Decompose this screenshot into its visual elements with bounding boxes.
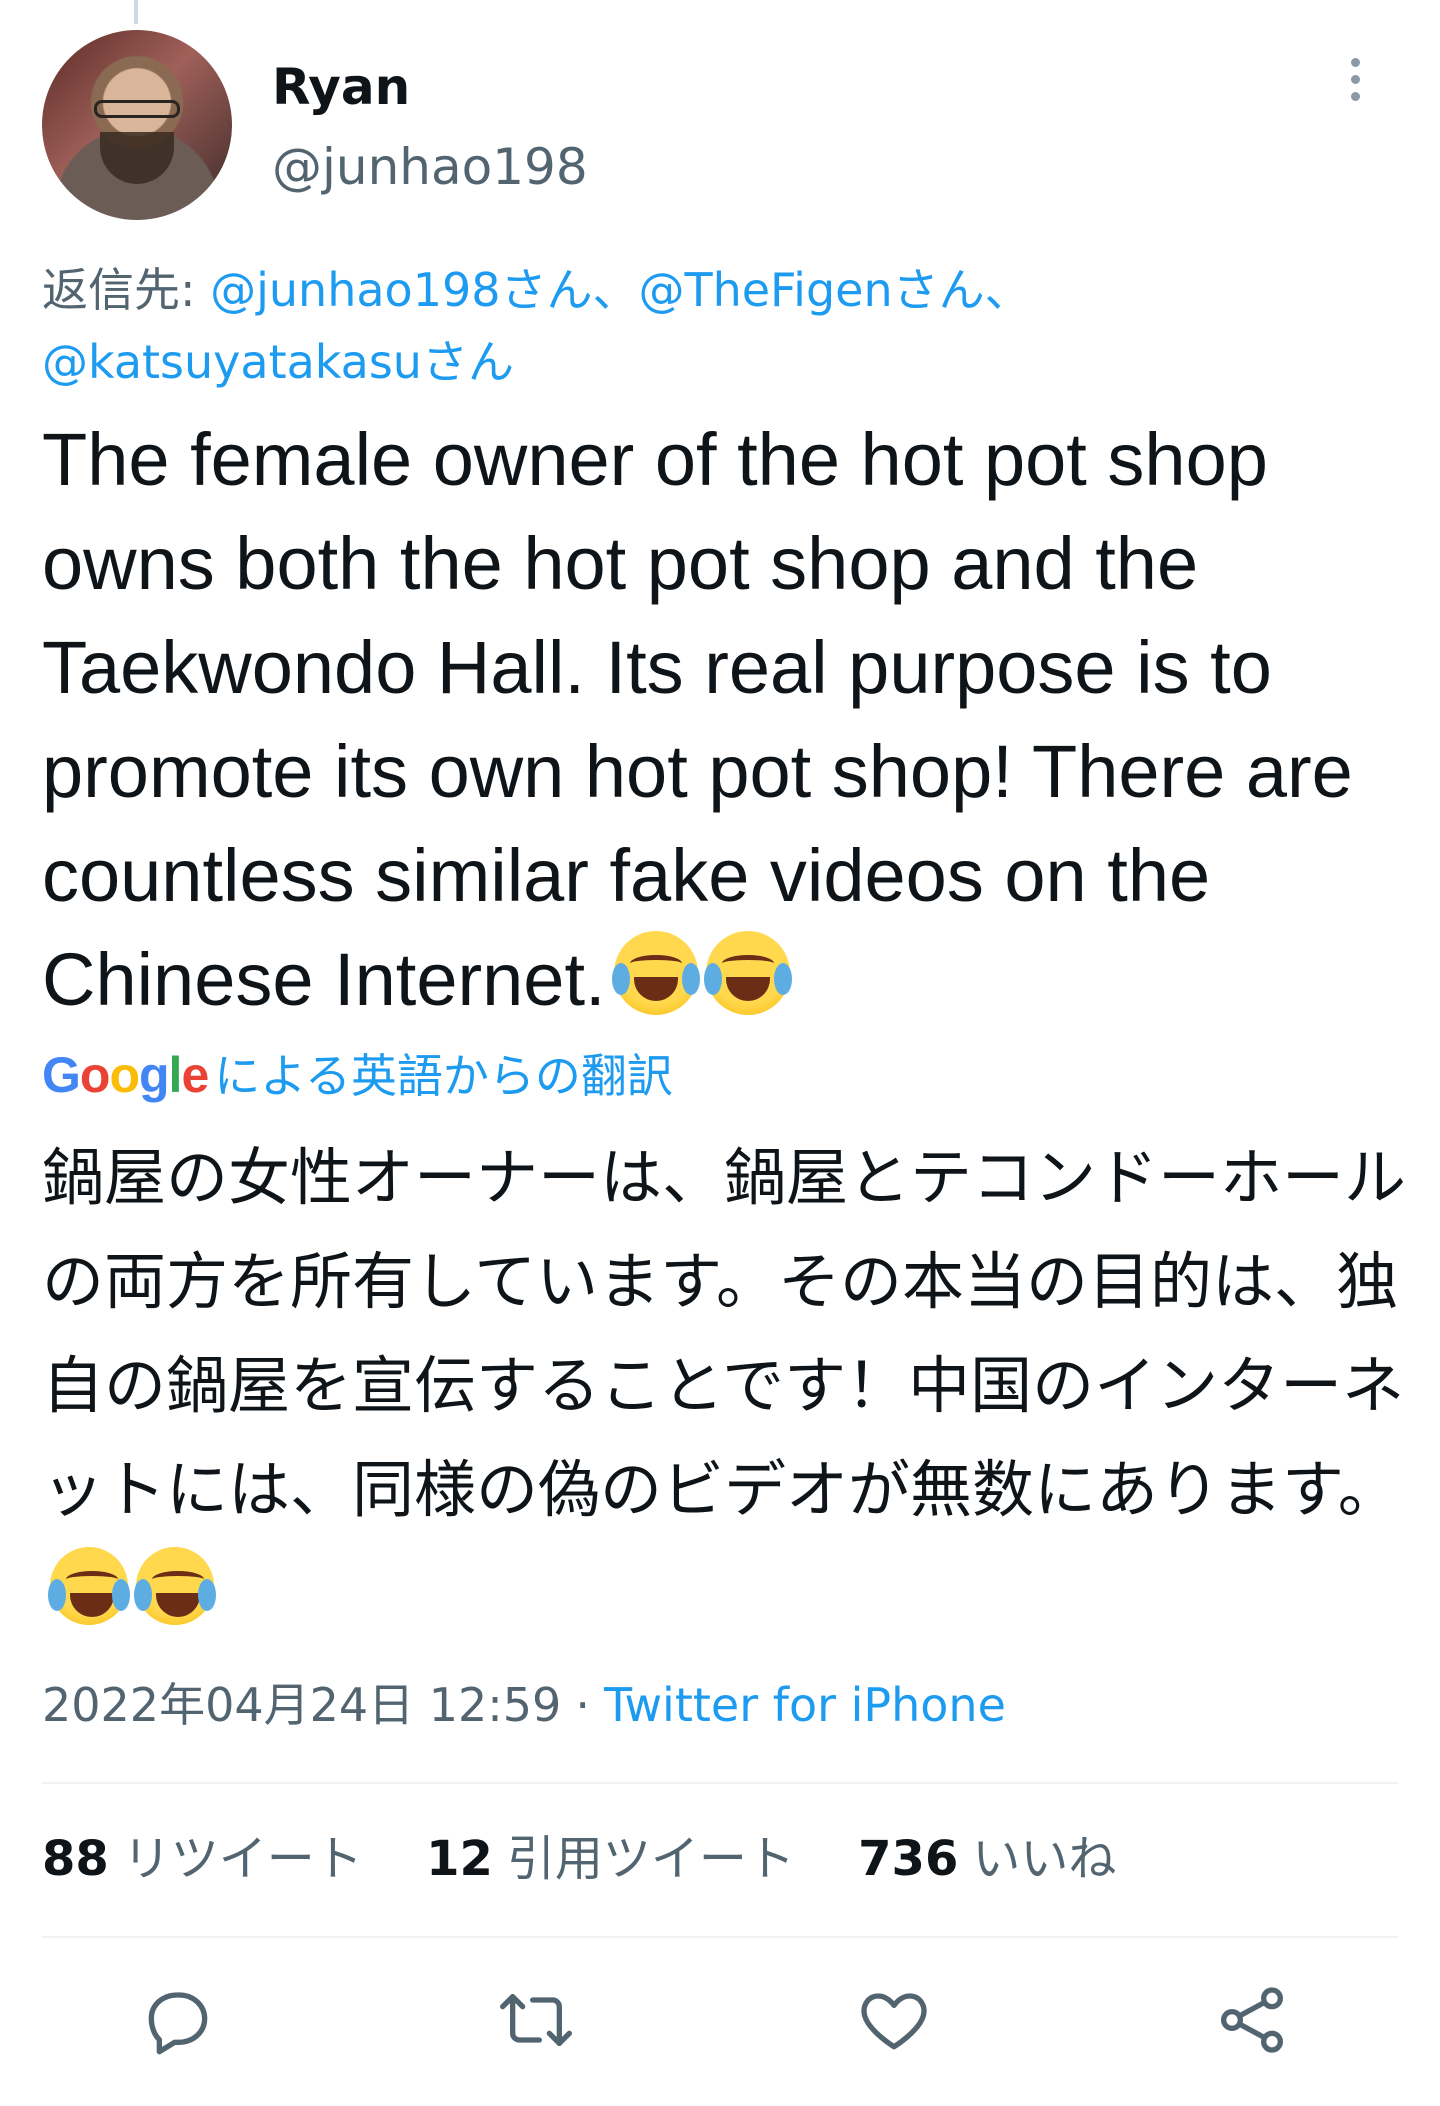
engagement-stats: 88 リツイート 12 引用ツイート 736 いいね (42, 1824, 1164, 1894)
avatar-beard (100, 132, 174, 184)
retweet-icon[interactable] (496, 1980, 576, 2060)
share-icon[interactable] (1212, 1980, 1292, 2060)
like-icon[interactable] (854, 1980, 934, 2060)
avatar[interactable] (42, 30, 232, 220)
translation-attribution[interactable]: Google による英語からの翻訳 (42, 1040, 673, 1110)
tweet-text: The female owner of the hot pot shop own… (42, 408, 1412, 1032)
tweet-meta: 2022年04月24日 12:59 · Twitter for iPhone (42, 1670, 1006, 1740)
quote-count[interactable]: 12 引用ツイート (426, 1831, 795, 1887)
tweet-body: The female owner of the hot pot shop own… (42, 418, 1353, 1021)
google-logo: Google (42, 1047, 209, 1103)
author-name[interactable]: Ryan (272, 52, 410, 122)
joy-emoji-icon (48, 1547, 130, 1625)
reply-icon[interactable] (138, 1980, 218, 2060)
joy-emoji-icon (134, 1547, 216, 1625)
reply-mention-thefigen[interactable]: @TheFigenさん、 (639, 263, 1031, 317)
action-bar (0, 1980, 1440, 2070)
translation-label: による英語からの翻訳 (214, 1049, 673, 1103)
meta-separator: · (575, 1678, 590, 1732)
tweet-source[interactable]: Twitter for iPhone (604, 1678, 1006, 1732)
reply-context: 返信先: @junhao198さん、@TheFigenさん、 @katsuyat… (42, 254, 1382, 398)
like-count[interactable]: 736 いいね (858, 1831, 1116, 1887)
translated-body: 鍋屋の女性オーナーは、鍋屋とテコンドーホールの両方を所有しています。その本当の目… (42, 1141, 1407, 1526)
divider (42, 1936, 1398, 1938)
joy-emoji-icon (611, 931, 700, 1015)
reply-mention-junhao198[interactable]: @junhao198さん、 (210, 263, 638, 317)
timestamp[interactable]: 2022年04月24日 12:59 (42, 1678, 561, 1732)
joy-emoji-icon (703, 931, 792, 1015)
retweet-count[interactable]: 88 リツイート (42, 1831, 363, 1887)
reply-prefix: 返信先: (42, 263, 211, 317)
thread-connector-line (134, 0, 138, 24)
divider (42, 1782, 1398, 1784)
avatar-glasses (94, 100, 180, 118)
more-options-icon[interactable] (1340, 58, 1370, 118)
author-handle[interactable]: @junhao198 (272, 132, 588, 202)
reply-mention-katsuyatakasu[interactable]: @katsuyatakasuさん (42, 335, 514, 389)
translated-text: 鍋屋の女性オーナーは、鍋屋とテコンドーホールの両方を所有しています。その本当の目… (42, 1126, 1412, 1646)
